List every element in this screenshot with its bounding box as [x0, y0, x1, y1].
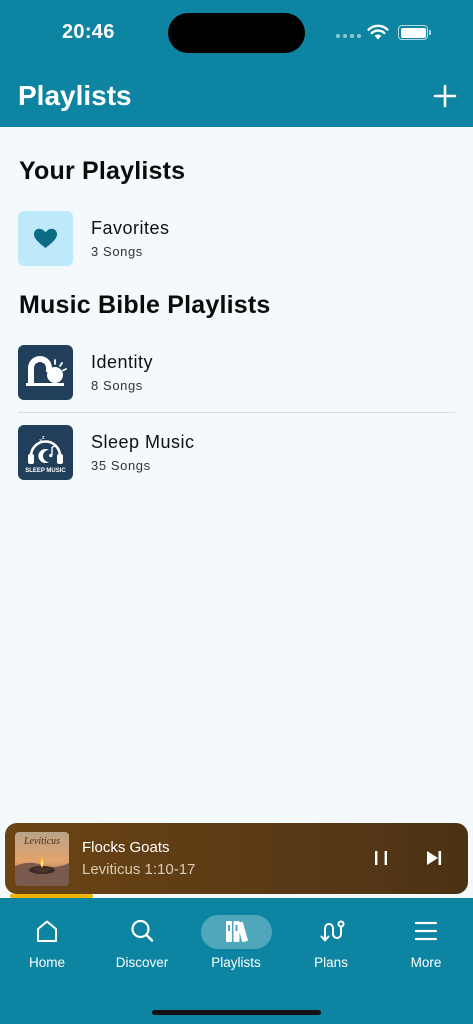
svg-text:z: z: [42, 435, 45, 441]
tab-plans[interactable]: Plans: [284, 898, 378, 978]
tab-discover[interactable]: Discover: [95, 898, 189, 978]
heart-icon: [18, 211, 73, 266]
cellular-icon: [336, 34, 361, 38]
divider: [18, 412, 455, 413]
tab-label: More: [410, 955, 442, 970]
sleep-music-icon: z z SLEEP MUSIC: [18, 425, 73, 480]
playlist-song-count: 3 Songs: [91, 244, 143, 259]
search-icon: [131, 919, 154, 942]
identity-sunrise-icon: [18, 345, 73, 400]
status-time: 20:46: [62, 21, 115, 43]
album-art: Leviticus: [15, 832, 69, 886]
wifi-icon: [367, 24, 389, 40]
section-title-music-bible-playlists: Music Bible Playlists: [19, 291, 271, 319]
tab-home[interactable]: Home: [0, 898, 94, 978]
battery-icon: [398, 25, 431, 40]
sleep-music-caption: SLEEP MUSIC: [25, 468, 66, 474]
now-playing-subtitle: Leviticus 1:10-17: [82, 861, 196, 878]
playlist-row-sleep-music[interactable]: z z SLEEP MUSIC Sleep Music 35 Songs: [18, 425, 455, 481]
plus-icon[interactable]: [432, 83, 458, 109]
mini-player[interactable]: Leviticus Flocks Goats Leviticus 1:10-17: [5, 823, 468, 894]
dynamic-island: [168, 13, 305, 53]
tab-label: Home: [28, 955, 65, 970]
skip-next-icon[interactable]: [423, 847, 445, 869]
section-title-your-playlists: Your Playlists: [19, 157, 186, 185]
playlist-title: Identity: [91, 352, 154, 372]
selected-tab-indicator: [201, 915, 272, 949]
page-title: Playlists: [18, 80, 132, 111]
playlist-row-favorites[interactable]: Favorites 3 Songs: [18, 211, 455, 267]
playlist-title: Sleep Music: [91, 432, 195, 452]
menu-icon: [414, 921, 438, 941]
playlist-title: Favorites: [91, 218, 170, 238]
album-art-caption: Leviticus: [23, 836, 61, 847]
tab-label: Playlists: [211, 955, 261, 970]
pause-icon[interactable]: [370, 847, 392, 869]
playlist-song-count: 35 Songs: [91, 458, 151, 473]
home-icon: [37, 920, 57, 942]
playlist-song-count: 8 Songs: [91, 378, 143, 393]
playlist-row-identity[interactable]: Identity 8 Songs: [18, 345, 455, 401]
now-playing-title: Flocks Goats: [82, 839, 170, 856]
app-header: 20:46 Playlists: [0, 0, 473, 127]
route-icon: [320, 920, 345, 942]
tab-label: Discover: [115, 955, 169, 970]
home-indicator: [152, 1010, 321, 1015]
tab-more[interactable]: More: [379, 898, 473, 978]
tab-label: Plans: [314, 955, 348, 970]
